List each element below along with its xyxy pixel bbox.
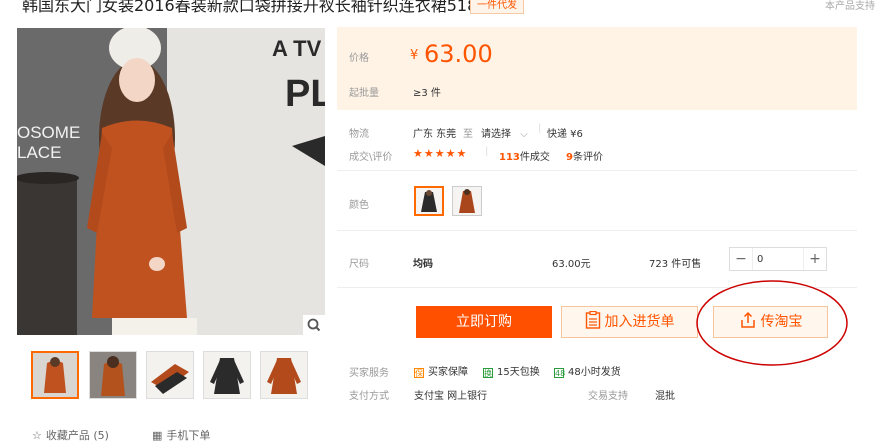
review-count-number: 9 [566,152,573,163]
poster-text-2: PL [285,73,325,115]
service-label: 买家服务 [349,368,389,379]
list-icon [585,310,600,329]
mobile-order-label: 手机下单 [166,429,211,442]
sold-count-number: 113 [499,152,520,163]
thumbnail-image [147,352,193,398]
order-now-button[interactable]: 立即订购 [416,306,552,338]
thumbnail-1[interactable] [31,351,79,399]
size-label: 尺码 [349,259,369,270]
logistics-from: 广东 东莞 [413,129,457,140]
price-currency: ¥ [410,48,419,63]
moq-label: 起批量 [349,88,379,99]
shield-icon: 保 [414,368,424,378]
separator: | [538,123,542,134]
payment-methods: 支付宝 网上银行 [414,391,488,402]
highlight-circle [696,280,848,366]
qrcode-icon: ▦ [152,429,163,442]
poster-text-1: A TV [272,36,322,61]
express-fee: 快递 ¥6 [547,129,583,140]
thumbnail-image [204,352,250,398]
order-now-label: 立即订购 [456,314,512,330]
divider [337,170,857,171]
price-label: 价格 [349,53,369,64]
size-name: 均码 [413,259,433,270]
thumbnail-5[interactable] [260,351,308,399]
quantity-stepper: − + [729,247,827,271]
moq-value: ≥3 件 [413,88,441,99]
quantity-increment-button[interactable]: + [803,248,826,270]
service-shipping[interactable]: 48 48小时发货 [554,363,621,378]
model-photo: A TV PL OSOME LACE [17,28,325,335]
thumbnail-image [261,352,307,398]
color-swatch-black[interactable] [414,186,444,216]
destination-select[interactable]: 请选择 ⌵ [481,125,528,140]
product-title: 韩国东大门女装2016春装新款口袋拼接开衩长袖针织连衣裙51821 [22,0,498,15]
chevron-down-icon: ⌵ [520,129,528,140]
add-to-cart-button[interactable]: 加入进货单 [561,306,698,338]
size-price: 63.00元 [552,259,591,270]
poster-text-4: LACE [17,143,61,162]
main-product-image[interactable]: A TV PL OSOME LACE [17,28,325,335]
search-icon [307,318,321,332]
price-value: 63.00 [424,40,493,68]
swatch-image [459,189,475,213]
mobile-order-link[interactable]: ▦ 手机下单 [152,427,210,443]
trade-support-value: 混批 [655,391,675,402]
favorite-link[interactable]: ☆ 收藏产品 (5) [32,427,109,443]
logistics-label: 物流 [349,129,369,140]
service-shipping-label: 48小时发货 [568,367,621,378]
dropship-badge: 一件代发 [470,0,524,14]
thumbnail-image [33,353,77,397]
logistics-to-word: 至 [463,129,473,140]
swatch-image [421,190,437,212]
size-stock: 723 件可售 [649,259,702,270]
review-count-suffix: 条评价 [572,152,603,163]
color-label: 颜色 [349,200,369,211]
destination-select-label: 请选择 [481,129,511,140]
divider [337,230,857,231]
sold-count[interactable]: 113件成交 [499,148,550,163]
quantity-decrement-button[interactable]: − [730,248,753,270]
star-icon: ☆ [32,429,42,442]
separator: | [485,146,489,157]
zoom-button[interactable] [303,315,325,335]
thumbnail-image [90,352,136,398]
favorite-label: 收藏产品 (5) [45,429,109,442]
poster-text-3: OSOME [17,123,80,142]
service-guarantee[interactable]: 保买家保障 [414,363,468,378]
sold-count-suffix: 件成交 [519,152,550,163]
shipping-icon: 48 [554,368,566,378]
review-count[interactable]: 9条评价 [566,148,603,163]
thumbnail-2[interactable] [89,351,137,399]
add-to-cart-label: 加入进货单 [604,314,675,330]
payment-label: 支付方式 [349,391,389,402]
trade-support-label: 交易支持 [588,391,628,402]
thumbnail-4[interactable] [203,351,251,399]
rating-stars: ★★★★★ [413,147,468,160]
service-exchange-label: 15天包换 [497,367,540,378]
thumbnail-3[interactable] [146,351,194,399]
support-note: 本产品支持 [825,1,875,12]
reviews-label: 成交\评价 [349,152,393,163]
service-guarantee-label: 买家保障 [428,367,468,378]
exchange-icon: 换 [483,368,493,378]
service-exchange[interactable]: 换 15天包换 [483,363,540,378]
color-swatch-orange[interactable] [452,186,482,216]
